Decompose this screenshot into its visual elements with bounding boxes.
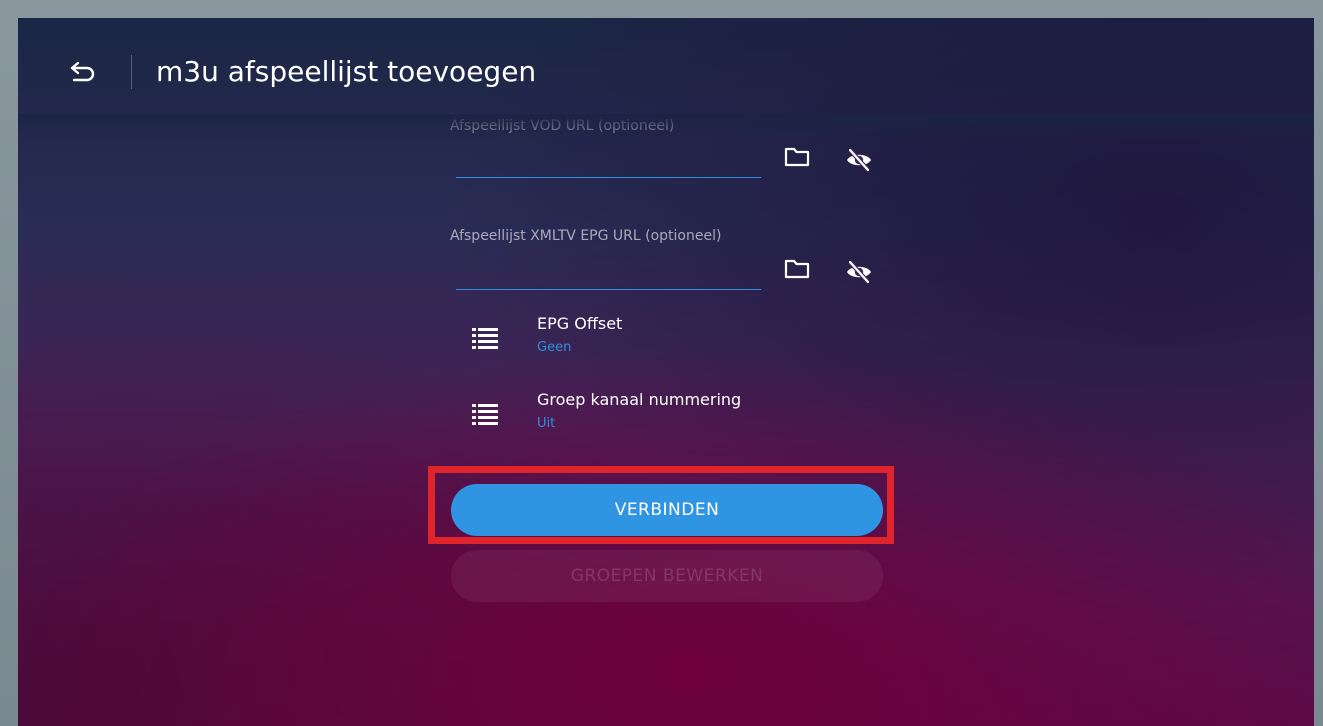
folder-icon: [784, 147, 810, 167]
page-title: m3u afspeellijst toevoegen: [156, 55, 537, 88]
setting-title: Groep kanaal nummering: [537, 390, 742, 409]
epg-url-input[interactable]: [456, 257, 761, 290]
eye-off-icon: [847, 148, 871, 172]
epg-visibility-button[interactable]: [842, 255, 876, 289]
vod-visibility-button[interactable]: [842, 143, 876, 177]
setting-group-channel-numbering[interactable]: Groep kanaal nummering Uit: [462, 390, 862, 446]
list-icon: [472, 404, 498, 425]
top-bar: m3u afspeellijst toevoegen: [18, 18, 1314, 122]
folder-icon: [784, 259, 810, 279]
title-divider: [131, 55, 132, 89]
epg-url-label: Afspeellijst XMLTV EPG URL (optioneel): [450, 228, 722, 244]
setting-value: Geen: [537, 340, 572, 355]
setting-epg-offset[interactable]: EPG Offset Geen: [462, 314, 862, 370]
edit-groups-button[interactable]: GROEPEN BEWERKEN: [451, 550, 883, 602]
eye-off-icon: [847, 260, 871, 284]
app-screen: m3u afspeellijst toevoegen Afspeellijst …: [18, 18, 1314, 726]
back-arrow-icon: [70, 61, 95, 82]
vod-url-label: Afspeellijst VOD URL (optioneel): [450, 118, 675, 134]
list-icon: [472, 328, 498, 349]
setting-title: EPG Offset: [537, 314, 623, 333]
epg-folder-button[interactable]: [780, 252, 814, 286]
setting-value: Uit: [537, 416, 556, 431]
screenshot-frame: m3u afspeellijst toevoegen Afspeellijst …: [0, 0, 1323, 726]
vod-url-input[interactable]: [456, 145, 761, 178]
vod-folder-button[interactable]: [780, 140, 814, 174]
back-button[interactable]: [62, 52, 106, 92]
highlight-annotation: [428, 466, 894, 544]
